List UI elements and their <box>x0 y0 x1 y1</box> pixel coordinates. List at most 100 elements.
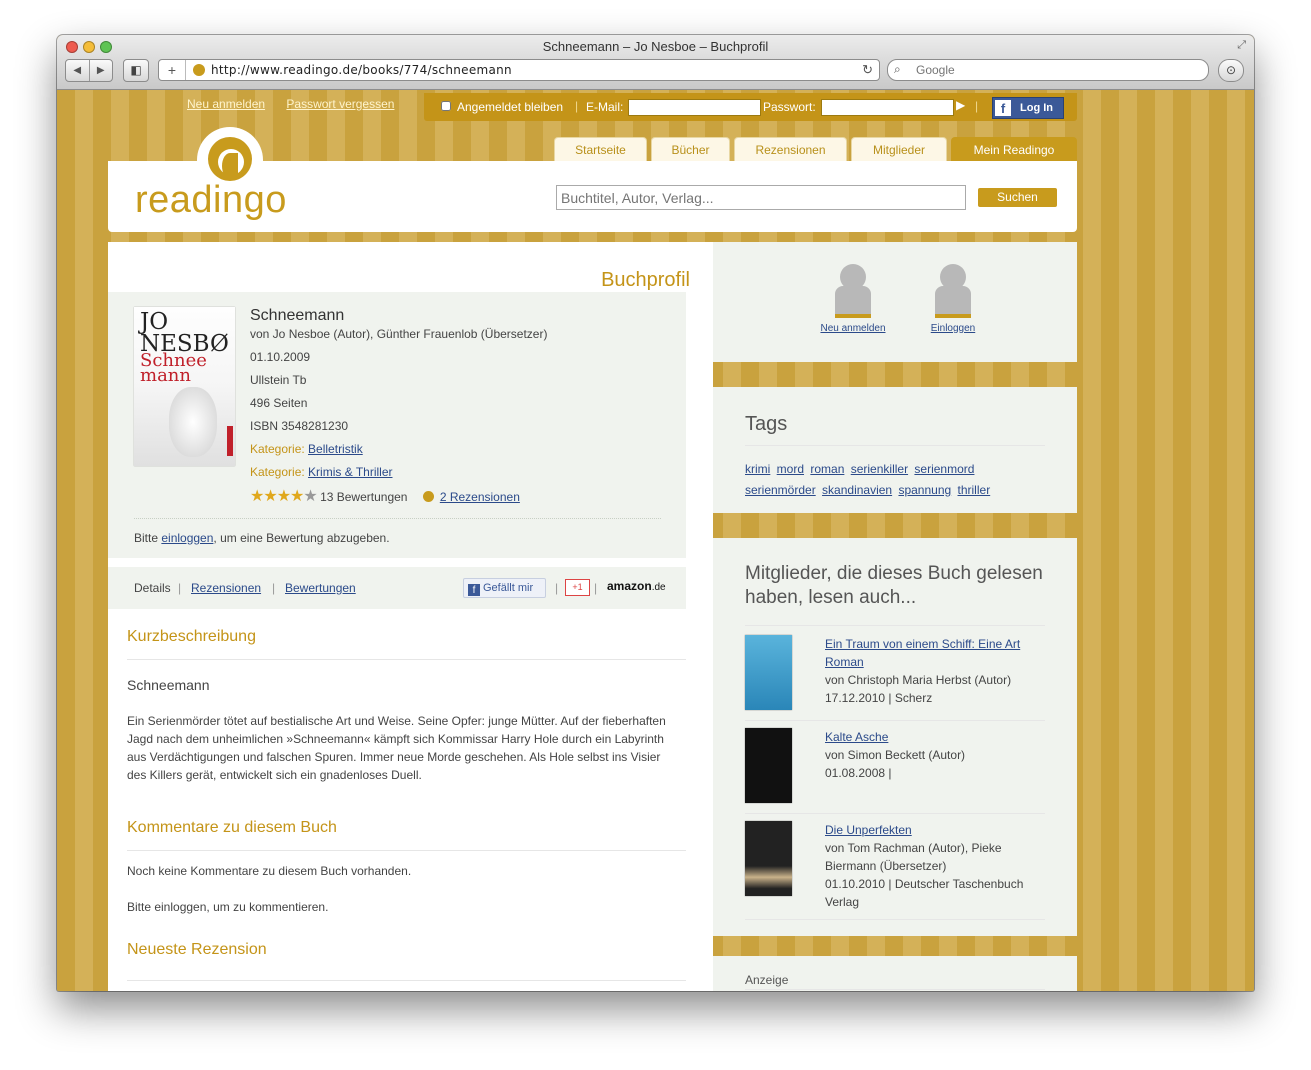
tag-link[interactable]: skandinavien <box>822 483 892 497</box>
downloads-button[interactable]: ⊙ <box>1218 59 1244 82</box>
login-bar: Angemeldet bleiben | E-Mail: Passwort: ▶… <box>424 93 1077 121</box>
description-text: Ein Serienmörder tötet auf bestialische … <box>127 714 666 782</box>
tag-list: krimi mord roman serienkiller serienmord… <box>745 459 1055 501</box>
main-column: Buchprofil JO NESBØ Schnee mann Schneema… <box>108 242 713 991</box>
tag-link[interactable]: serienmörder <box>745 483 816 497</box>
back-forward-buttons[interactable]: ◀ ▶ <box>65 59 113 82</box>
reviews-link[interactable]: 2 Rezensionen <box>440 490 520 504</box>
tab-startseite[interactable]: Startseite <box>554 137 647 161</box>
rate-hint: Bitte einloggen, um eine Bewertung abzug… <box>134 531 390 545</box>
tab-rezensionen[interactable]: Rezensionen <box>734 137 847 161</box>
rezensionen-link[interactable]: Rezensionen <box>191 581 261 595</box>
login-link[interactable]: Einloggen <box>923 323 983 334</box>
description-subtitle: Schneemann <box>127 677 210 693</box>
tab-mitglieder[interactable]: Mitglieder <box>851 137 947 161</box>
book-category-1: Kategorie: Belletristik <box>250 442 363 456</box>
tags-box: Tags krimi mord roman serienkiller serie… <box>713 387 1077 513</box>
remember-label: Angemeldet bleiben <box>457 100 564 114</box>
email-label: E-Mail: <box>586 100 624 114</box>
neueste-rezension-heading: Neueste Rezension <box>127 941 267 958</box>
tag-link[interactable]: roman <box>810 462 844 476</box>
facebook-icon: f <box>468 584 480 596</box>
kommentare-heading: Kommentare zu diesem Buch <box>127 819 337 836</box>
book-thumbnail[interactable] <box>745 728 792 803</box>
details-tab[interactable]: Details <box>134 581 171 595</box>
ad-box: Anzeige <box>713 956 1077 991</box>
book-publisher: Ullstein Tb <box>250 373 307 387</box>
login-to-rate-link[interactable]: einloggen <box>161 531 213 545</box>
remember-checkbox[interactable] <box>441 101 451 111</box>
page-title: Buchprofil <box>601 269 690 291</box>
book-isbn: ISBN 3548281230 <box>250 419 349 433</box>
login-user: Einloggen <box>923 264 983 334</box>
login-to-comment-text: Bitte einloggen, um zu kommentieren. <box>127 900 329 914</box>
forward-icon[interactable]: ▶ <box>90 60 113 81</box>
book-profile-box: JO NESBØ Schnee mann Schneemann von Jo N… <box>108 292 686 558</box>
forgot-password-link[interactable]: Passwort vergessen <box>286 97 394 111</box>
tab-mein-readingo[interactable]: Mein Readingo <box>951 137 1077 161</box>
book-date: 01.10.2009 <box>250 350 311 364</box>
address-bar[interactable]: + http://www.readingo.de/books/774/schne… <box>158 59 880 81</box>
browser-search-field[interactable]: ⌕ <box>887 59 1209 81</box>
password-field[interactable] <box>821 99 954 116</box>
book-thumbnail[interactable] <box>745 821 792 896</box>
category-link[interactable]: Krimis & Thriller <box>308 465 392 479</box>
site-header: readingo Suchen <box>108 127 1077 232</box>
tag-link[interactable]: krimi <box>745 462 770 476</box>
divider <box>134 518 661 519</box>
email-field[interactable] <box>628 99 761 116</box>
register-link[interactable]: Neu anmelden <box>815 323 891 334</box>
book-title-link[interactable]: Die Unperfekten <box>825 823 912 837</box>
book-search-input[interactable] <box>556 185 966 210</box>
password-label: Passwort: <box>763 100 816 114</box>
site-logo[interactable]: readingo <box>135 179 287 222</box>
fullscreen-icon[interactable]: ⤢ <box>1237 39 1246 52</box>
book-title-link[interactable]: Ein Traum von einem Schiff: Eine Art Rom… <box>825 637 1020 669</box>
tag-link[interactable]: thriller <box>958 483 991 497</box>
facebook-login-button[interactable]: f Log In <box>992 97 1064 119</box>
book-pages: 496 Seiten <box>250 396 308 410</box>
book-title: Schneemann <box>250 307 345 324</box>
ad-label: Anzeige <box>745 973 789 987</box>
readingo-bird-icon[interactable] <box>208 137 252 181</box>
title-bar: Schneemann – Jo Nesboe – Buchprofil ⤢ ◀ ▶… <box>57 35 1254 90</box>
category-link[interactable]: Belletristik <box>308 442 363 456</box>
book-thumbnail[interactable] <box>745 635 792 710</box>
facebook-like-button[interactable]: f Gefällt mir <box>463 578 546 598</box>
topsites-button[interactable]: ◧ <box>123 59 149 82</box>
rating-row: ★★★★★ 13 Bewertungen 2 Rezensionen <box>250 486 520 506</box>
rating-count: 13 Bewertungen <box>320 490 408 504</box>
tag-link[interactable]: serienmord <box>914 462 974 476</box>
bewertungen-link[interactable]: Bewertungen <box>285 581 356 595</box>
google-plus-button[interactable]: +1 <box>565 579 590 596</box>
url-text[interactable]: http://www.readingo.de/books/774/schneem… <box>211 63 512 77</box>
also-read-heading: Mitglieder, die dieses Buch gelesen habe… <box>745 563 1043 608</box>
book-title-link[interactable]: Kalte Asche <box>825 730 888 744</box>
review-icon <box>422 491 434 502</box>
no-comments-text: Noch keine Kommentare zu diesem Buch vor… <box>127 864 412 878</box>
book-cover: JO NESBØ Schnee mann <box>134 307 235 466</box>
detail-bar: Details | Rezensionen | Bewertungen f Gef… <box>108 567 686 609</box>
register-link[interactable]: Neu anmelden <box>187 97 265 111</box>
member-box: Neu anmelden Einloggen <box>713 242 1077 362</box>
reload-icon[interactable]: ↻ <box>862 62 873 78</box>
register-user: Neu anmelden <box>815 264 891 334</box>
site-favicon-icon <box>193 64 205 76</box>
tab-buecher[interactable]: Bücher <box>651 137 730 161</box>
tag-link[interactable]: serienkiller <box>851 462 908 476</box>
login-submit-arrow-icon[interactable]: ▶ <box>956 98 965 112</box>
tag-link[interactable]: spannung <box>898 483 951 497</box>
add-bookmark-icon[interactable]: + <box>159 60 186 80</box>
book-category-2: Kategorie: Krimis & Thriller <box>250 465 393 479</box>
book-author: von Jo Nesboe (Autor), Günther Frauenlob… <box>250 327 548 341</box>
browser-window: Schneemann – Jo Nesboe – Buchprofil ⤢ ◀ ▶… <box>57 35 1254 991</box>
back-icon[interactable]: ◀ <box>66 60 90 81</box>
tag-link[interactable]: mord <box>777 462 804 476</box>
browser-search-input[interactable] <box>914 62 1198 78</box>
amazon-link[interactable]: amazon.de <box>607 579 666 593</box>
search-button[interactable]: Suchen <box>978 188 1057 207</box>
kurzbeschreibung-heading: Kurzbeschreibung <box>127 628 256 645</box>
tags-heading: Tags <box>745 413 788 435</box>
top-links: Neu anmelden Passwort vergessen <box>187 97 412 111</box>
facebook-icon: f <box>995 100 1011 116</box>
